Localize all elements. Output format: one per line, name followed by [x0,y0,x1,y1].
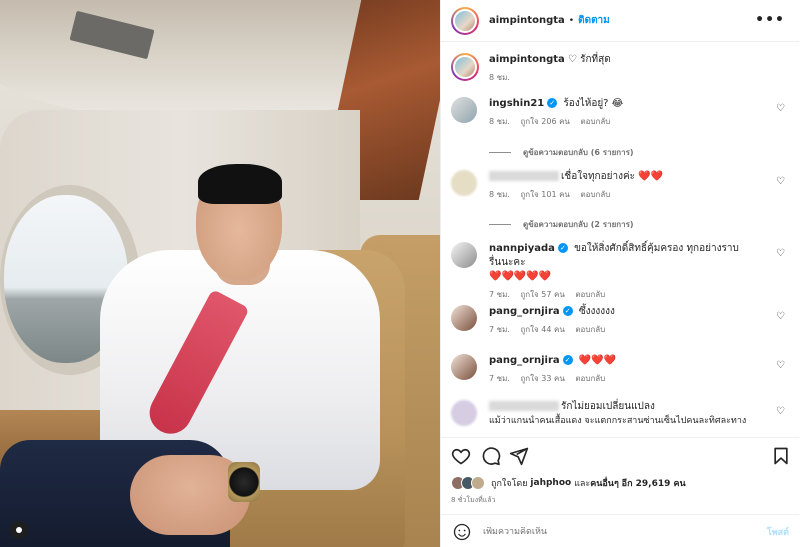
comment-item: รักไม่ยอมเปลี่ยนแปลง แม้ว่าแกนนำคนเสื้อแ… [451,400,791,428]
comments-list[interactable]: aimpintongta ♡ รักที่สุด 8 ชม. ingshin21… [441,43,799,436]
view-replies-button[interactable]: ดูข้อความตอบกลับ (6 รายการ) [489,146,634,159]
liked-by-others[interactable]: คนอื่นๆ [590,476,619,490]
comment-text: ร้องไห้อยู่? 😂 [563,98,624,109]
author-avatar[interactable] [451,6,479,35]
comment-likes[interactable]: ถูกใจ 44 คน [520,325,564,334]
comment-item: pang_ornjira ✓ ซึ้งงงงงง 7 ชม. ถูกใจ 44 ค… [451,305,791,337]
comment-item: nannpiyada ✓ ขอให้สิ่งศักดิ์สิทธิ์คุ้มครอ… [451,242,791,302]
comment-like-heart-icon[interactable]: ♡ [776,103,785,114]
comment-text: รักไม่ยอมเปลี่ยนแปลง [561,401,655,412]
commenter-username[interactable]: pang_ornjira [489,306,560,317]
reply-button[interactable]: ตอบกลับ [575,325,605,334]
liked-by-prefix: ถูกใจโดย [491,479,528,489]
caption-text: ♡ รักที่สุด [567,54,611,65]
commenter-username[interactable]: ingshin21 [489,98,544,109]
blurred-username [489,401,559,411]
view-replies-label[interactable]: ดูข้อความตอบกลับ (2 รายการ) [523,218,634,231]
comment-likes[interactable]: ถูกใจ 33 คน [520,374,564,383]
commenter-avatar[interactable] [451,354,477,380]
comment-icon[interactable] [481,446,501,466]
commenter-avatar[interactable] [451,305,477,331]
author-username[interactable]: aimpintongta [489,15,565,26]
post-actions: ถูกใจโดย jahphoo และ คนอื่นๆ อีก 29,619 ค… [441,437,799,547]
post-sidebar: aimpintongta • ติดตาม ••• aimpintongta ♡… [440,0,800,547]
caption-username[interactable]: aimpintongta [489,54,565,65]
comment-time: 8 ชม. [489,117,510,126]
comment-like-heart-icon[interactable]: ♡ [776,311,785,322]
comment-item: เชื่อใจทุกอย่างค่ะ ❤️❤️ 8 ชม. ถูกใจ 101 … [451,170,791,202]
more-options-icon[interactable]: ••• [755,12,785,28]
comment-input[interactable] [483,526,733,537]
comment-likes[interactable]: ถูกใจ 206 คน [520,117,569,126]
liker-avatars [451,476,485,490]
comment-text: ซึ้งงงงงง [578,306,615,317]
reply-button[interactable]: ตอบกลับ [580,117,610,126]
liked-by-count[interactable]: อีก 29,619 คน [622,476,686,490]
comment-text-line2: แม้ว่าแกนนำคนเสื้อแดง จะแตกกระสานซ่านเซ็… [489,416,747,426]
liked-by-user[interactable]: jahphoo [530,478,571,488]
verified-icon: ✓ [562,355,573,365]
comment-hearts: ❤️❤️❤️ [578,355,617,366]
verified-icon: ✓ [547,98,558,108]
follow-button[interactable]: ติดตาม [578,13,610,28]
liked-by-and: และ [574,479,591,489]
post-timestamp[interactable]: 8 ชั่วโมงที่แล้ว [451,495,496,506]
commenter-username[interactable]: pang_ornjira [489,355,560,366]
likes-summary[interactable]: ถูกใจโดย jahphoo และ คนอื่นๆ อีก 29,619 ค… [451,476,686,490]
comment-time: 7 ชม. [489,325,510,334]
comment-text: เชื่อใจทุกอย่างค่ะ [561,171,636,182]
post-header: aimpintongta • ติดตาม ••• [441,0,799,42]
view-replies-button[interactable]: ดูข้อความตอบกลับ (2 รายการ) [489,218,634,231]
comment-like-heart-icon[interactable]: ♡ [776,248,785,259]
view-replies-label[interactable]: ดูข้อความตอบกลับ (6 รายการ) [523,146,634,159]
commenter-avatar[interactable] [451,97,477,123]
reply-button[interactable]: ตอบกลับ [575,290,605,299]
comment-item: pang_ornjira ✓ ❤️❤️❤️ 7 ชม. ถูกใจ 33 คน ต… [451,354,791,386]
heart-icon[interactable] [451,446,471,466]
comment-likes[interactable]: ถูกใจ 57 คน [520,290,564,299]
comment-time: 8 ชม. [489,190,510,199]
commenter-avatar[interactable] [451,400,477,426]
commenter-avatar[interactable] [451,170,477,196]
verified-icon: ✓ [562,306,573,316]
separator-dot: • [568,15,575,26]
verified-icon: ✓ [557,243,568,253]
reply-button[interactable]: ตอบกลับ [575,374,605,383]
commenter-username[interactable]: nannpiyada [489,243,555,254]
blurred-username [489,171,559,181]
comment-like-heart-icon[interactable]: ♡ [776,406,785,417]
comment-item: ingshin21 ✓ ร้องไห้อยู่? 😂 8 ชม. ถูกใจ 20… [451,97,791,129]
caption-time: 8 ชม. [489,73,510,82]
share-icon[interactable] [509,446,529,466]
emoji-icon[interactable] [453,523,471,541]
author-avatar[interactable] [451,53,479,81]
reply-button[interactable]: ตอบกลับ [580,190,610,199]
add-comment-bar: โพสต์ [441,514,799,547]
post-comment-button[interactable]: โพสต์ [767,525,789,539]
tagged-user-icon[interactable] [10,521,28,539]
comment-like-heart-icon[interactable]: ♡ [776,360,785,371]
comment-time: 7 ชม. [489,290,510,299]
comment-time: 7 ชม. [489,374,510,383]
post-photo[interactable] [0,0,440,547]
comment-hearts: ❤️❤️ [638,171,664,182]
comment-like-heart-icon[interactable]: ♡ [776,176,785,187]
commenter-avatar[interactable] [451,242,477,268]
comment-hearts: ❤️❤️❤️❤️❤️ [489,271,552,282]
bookmark-icon[interactable] [771,446,791,466]
comment-likes[interactable]: ถูกใจ 101 คน [520,190,569,199]
post-caption: aimpintongta ♡ รักที่สุด 8 ชม. [451,53,611,85]
